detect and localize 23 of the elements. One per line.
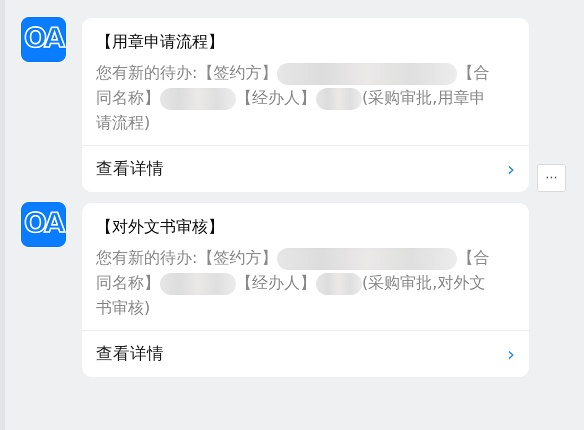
chevron-right-icon: › xyxy=(507,344,515,364)
message-text: (采购审批,对外文 xyxy=(362,272,486,294)
card-title: 【对外文书审核】 xyxy=(95,216,225,238)
message-text: (采购审批,用章申 xyxy=(362,87,486,109)
message-text: 请流程) xyxy=(96,112,150,134)
message-text: 书审核) xyxy=(96,297,150,319)
oa-logo: OA xyxy=(21,17,66,62)
view-details-link[interactable]: 查看详情 xyxy=(96,156,164,182)
chevron-right-icon: › xyxy=(507,159,515,179)
message-text: 您有新的待办:【签约方】 xyxy=(96,62,278,84)
oa-logo: OA xyxy=(21,202,66,247)
message-text: 【合 xyxy=(457,247,490,269)
message-text: 同名称】 xyxy=(96,87,160,109)
message-text: 您有新的待办:【签约方】 xyxy=(96,247,278,269)
more-button[interactable]: ··· xyxy=(537,164,566,192)
redacted-block xyxy=(316,272,362,295)
message-text: 【经办人】 xyxy=(236,272,316,294)
view-details-link[interactable]: 查看详情 xyxy=(96,342,164,366)
message-text: 【合 xyxy=(457,62,490,84)
message-text: 同名称】 xyxy=(96,272,160,294)
message-text: 【经办人】 xyxy=(236,87,316,109)
redacted-block xyxy=(316,88,362,110)
card-title: 【用章申请流程】 xyxy=(95,31,225,53)
